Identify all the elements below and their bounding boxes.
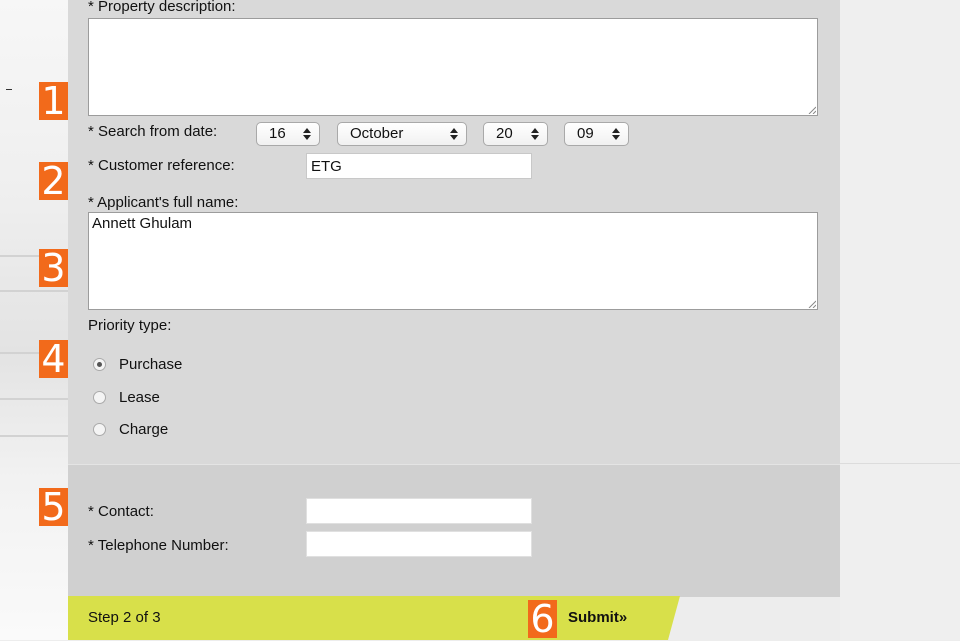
customer-reference-label: * Customer reference: [88,157,235,174]
callout-4: 4 [39,340,68,378]
select-arrow-icon [303,128,311,140]
resize-grip-icon[interactable] [808,300,816,308]
radio-purchase-label[interactable]: Purchase [119,356,182,373]
contact-input[interactable] [306,498,532,524]
texture-line [0,290,68,292]
select-arrow-icon [531,128,539,140]
radio-charge[interactable] [93,423,106,436]
callout-3: 3 [39,249,68,287]
radio-lease[interactable] [93,391,106,404]
radio-purchase[interactable] [93,358,106,371]
radio-lease-label[interactable]: Lease [119,389,160,406]
divider [840,463,960,464]
callout-6: 6 [528,600,557,638]
property-description-textarea[interactable] [88,18,818,116]
contact-label: * Contact: [88,503,154,520]
select-arrow-icon [612,128,620,140]
day-select[interactable]: 16 [256,122,320,146]
applicant-name-label: * Applicant's full name: [88,194,239,211]
century-value: 20 [496,125,513,142]
year-select[interactable]: 09 [564,122,629,146]
priority-type-label: Priority type: [88,317,172,334]
callout-5: 5 [39,488,68,526]
year-value: 09 [577,125,594,142]
property-description-label: * Property description: [88,0,236,15]
search-date-label: * Search from date: [88,123,218,140]
telephone-input[interactable] [306,531,532,557]
month-select[interactable]: October [337,122,467,146]
submit-button[interactable]: Submit» [568,609,627,626]
callout-2: 2 [39,162,68,200]
customer-reference-input[interactable] [306,153,532,179]
telephone-label: * Telephone Number: [88,537,229,554]
applicant-name-textarea[interactable]: Annett Ghulam [88,212,818,310]
century-select[interactable]: 20 [483,122,548,146]
decorative-dash [6,89,12,90]
select-arrow-icon [450,128,458,140]
texture-line [0,435,68,437]
resize-grip-icon[interactable] [808,106,816,114]
radio-charge-label[interactable]: Charge [119,421,168,438]
month-value: October [350,125,404,142]
day-value: 16 [269,125,286,142]
texture-line [0,398,68,400]
right-panel [840,0,960,640]
step-indicator: Step 2 of 3 [88,609,161,626]
callout-1: 1 [39,82,68,120]
